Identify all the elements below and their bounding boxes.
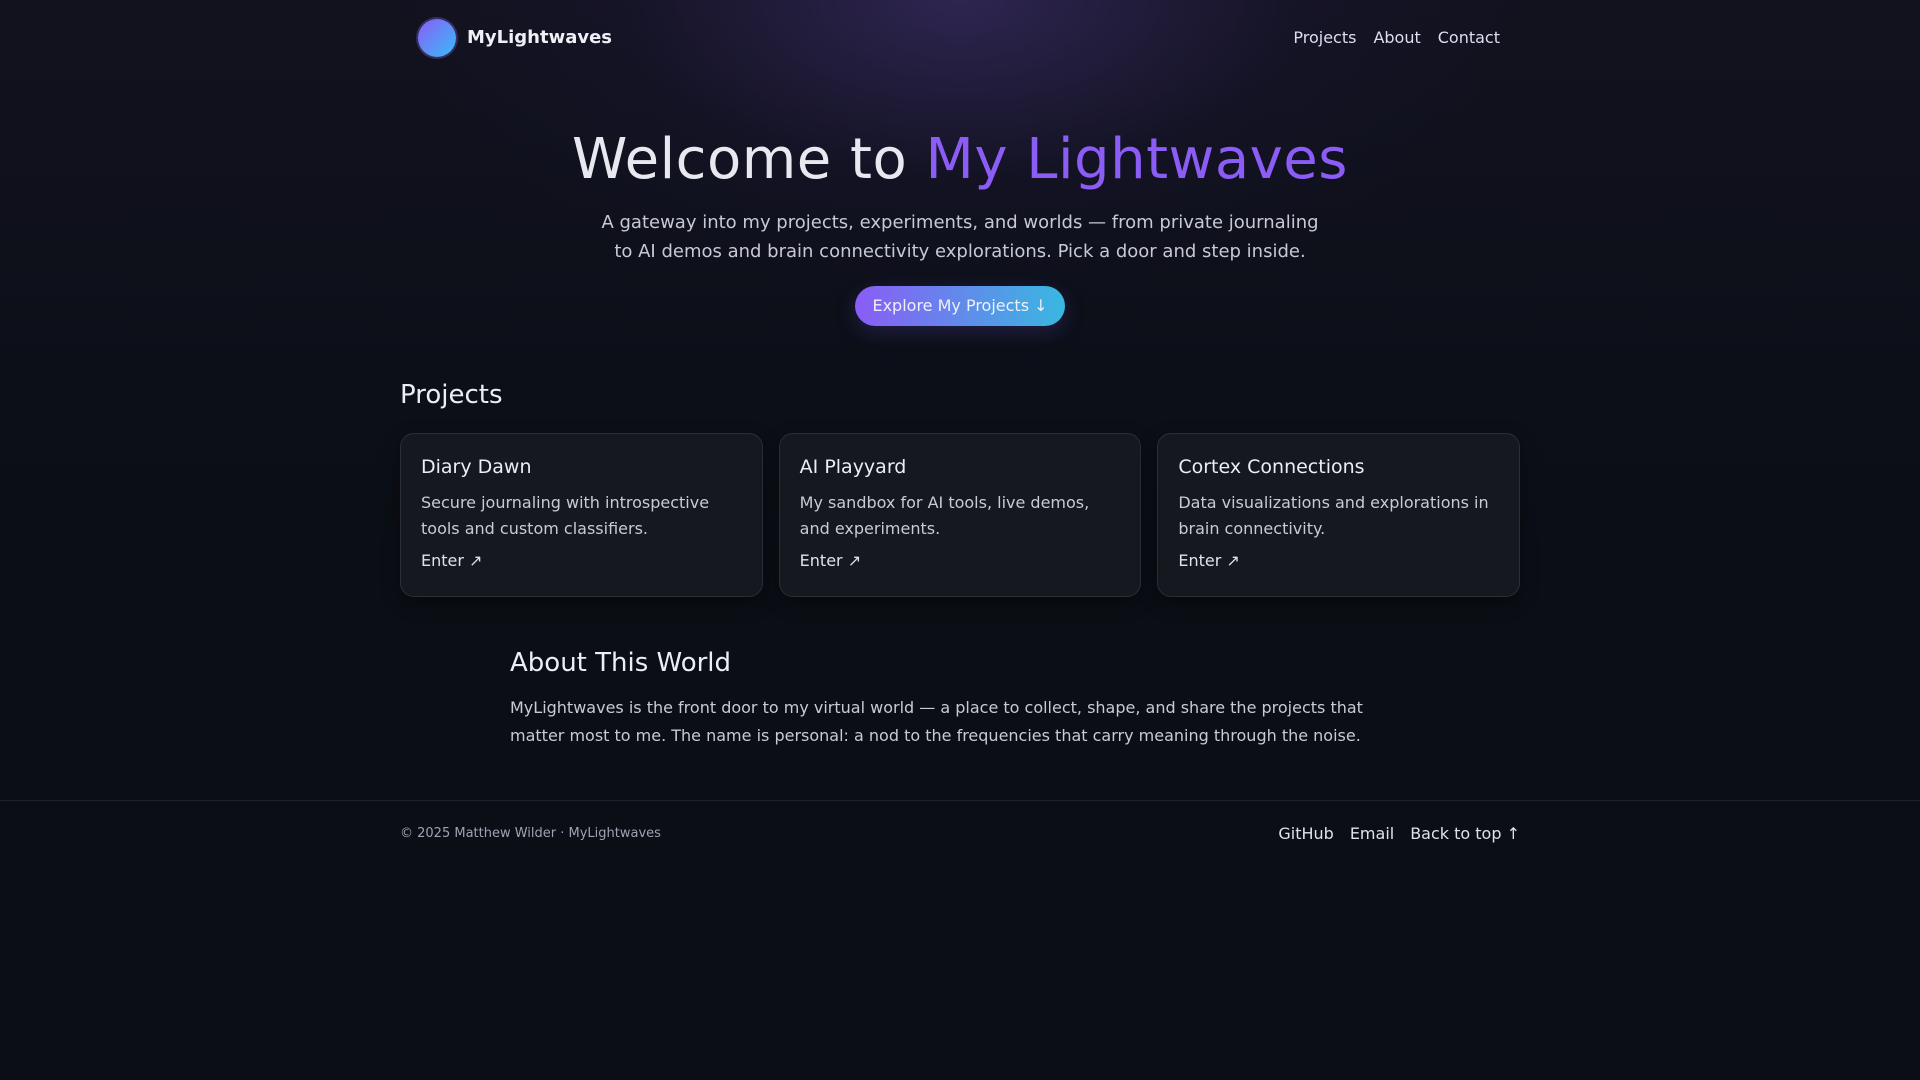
logo-icon (418, 18, 456, 57)
page: MyLightwaves Projects About Contact Welc… (0, 0, 1920, 1080)
hero-title: Welcome to My Lightwaves (0, 124, 1920, 196)
project-card-description: Secure journaling with introspective too… (421, 493, 710, 538)
project-card-diary-dawn[interactable]: Diary Dawn Secure journaling with intros… (400, 433, 763, 597)
hero-title-prefix: Welcome to (572, 127, 926, 192)
nav-link-contact[interactable]: Contact (1438, 28, 1500, 47)
footer-link-github[interactable]: GitHub (1278, 824, 1333, 843)
footer-links: GitHub Email Back to top ↑ (1278, 824, 1520, 843)
hero: Welcome to My Lightwaves A gateway into … (0, 124, 1920, 326)
project-cards: Diary Dawn Secure journaling with intros… (400, 433, 1521, 597)
site-footer: © 2025 Matthew Wilder · MyLightwaves Git… (400, 818, 1520, 848)
project-card-enter-link[interactable]: Enter ↗ (421, 551, 482, 570)
brand[interactable]: MyLightwaves (418, 18, 613, 57)
project-card-title: Cortex Connections (1178, 456, 1365, 478)
project-card-title: Diary Dawn (421, 456, 532, 478)
project-card-description: Data visualizations and explorations in … (1178, 493, 1489, 538)
site-header: MyLightwaves Projects About Contact (400, 0, 1520, 75)
brand-name: MyLightwaves (467, 27, 613, 48)
hero-subtitle: A gateway into my projects, experiments,… (601, 212, 1319, 262)
about-section: About This World MyLightwaves is the fro… (510, 648, 1410, 750)
project-card-ai-playyard[interactable]: AI Playyard My sandbox for AI tools, liv… (778, 433, 1142, 597)
nav-link-projects[interactable]: Projects (1293, 28, 1356, 47)
project-card-title: AI Playyard (799, 456, 907, 478)
project-card-description: My sandbox for AI tools, live demos, and… (799, 493, 1090, 538)
footer-link-back-to-top[interactable]: Back to top ↑ (1410, 824, 1520, 843)
footer-link-email[interactable]: Email (1350, 824, 1394, 843)
project-card-enter-link[interactable]: Enter ↗ (800, 551, 861, 570)
about-text: MyLightwaves is the front door to my vir… (510, 698, 1363, 745)
nav-link-about[interactable]: About (1373, 28, 1420, 47)
about-heading: About This World (510, 648, 732, 678)
explore-projects-button[interactable]: Explore My Projects ↓ (855, 286, 1065, 326)
main-nav: Projects About Contact (1293, 28, 1500, 47)
footer-divider (0, 800, 1920, 801)
project-card-enter-link[interactable]: Enter ↗ (1178, 551, 1239, 570)
copyright: © 2025 Matthew Wilder · MyLightwaves (400, 825, 661, 841)
projects-heading: Projects (400, 380, 503, 410)
hero-title-accent: My Lightwaves (925, 127, 1348, 192)
project-card-cortex-connections[interactable]: Cortex Connections Data visualizations a… (1157, 433, 1521, 597)
